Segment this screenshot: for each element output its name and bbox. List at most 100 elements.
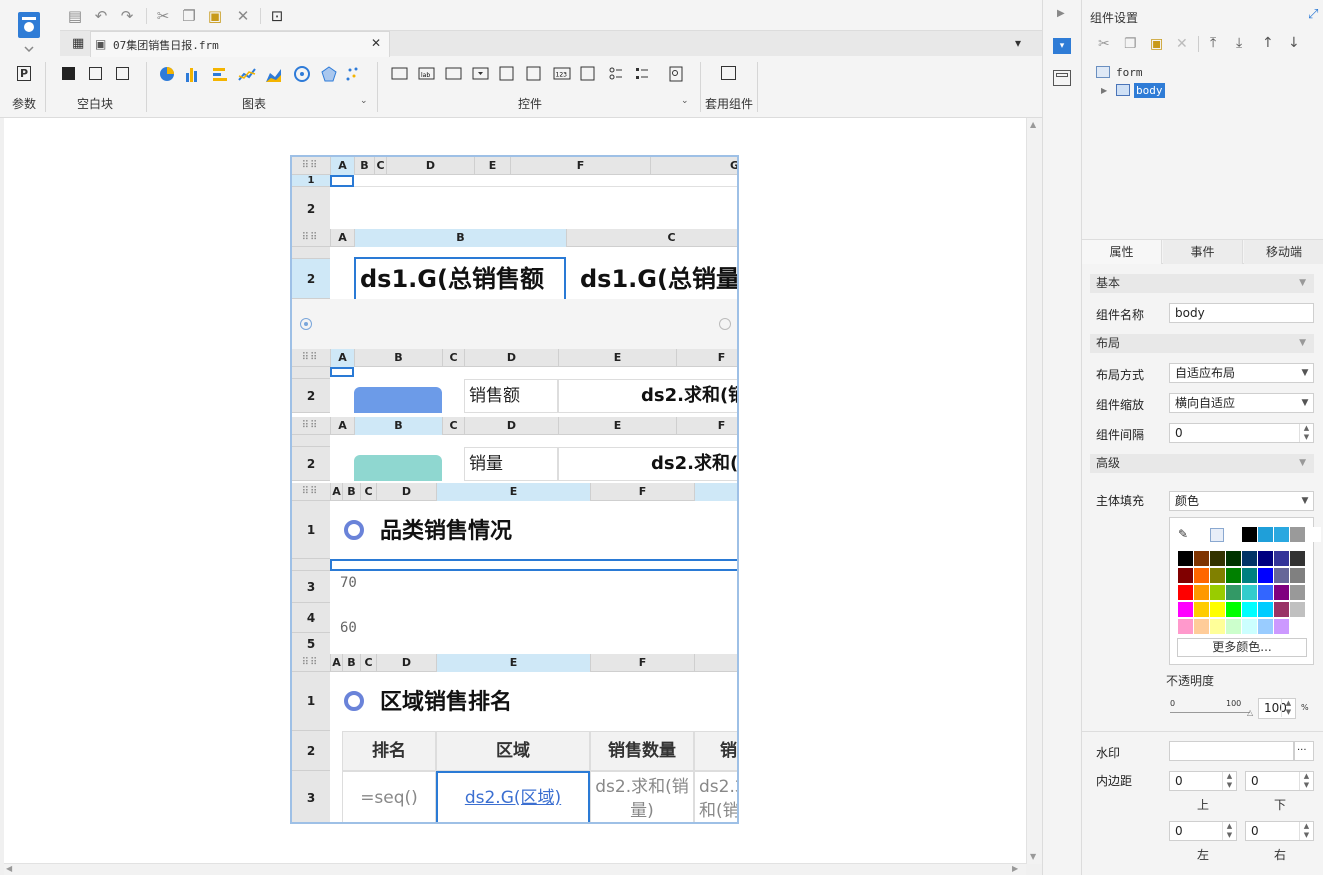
absolute-block-icon[interactable]	[62, 67, 75, 80]
row-header[interactable]: 1	[292, 501, 330, 559]
col-header[interactable]: D	[464, 349, 558, 367]
color-swatch[interactable]	[1290, 568, 1305, 583]
section-layout[interactable]: 布局 ▼	[1090, 334, 1314, 353]
col-header[interactable]: F	[676, 417, 737, 435]
tab-block-icon[interactable]	[89, 67, 102, 80]
col-header[interactable]: F	[676, 349, 737, 367]
selected-cell[interactable]	[330, 367, 354, 377]
section-advanced[interactable]: 高级 ▼	[1090, 454, 1314, 473]
color-swatch[interactable]	[1306, 527, 1321, 542]
color-swatch[interactable]	[1210, 551, 1225, 566]
col-header[interactable]: D	[386, 157, 474, 175]
redo-icon[interactable]: ↷	[118, 8, 136, 24]
move-top-icon[interactable]: ⤒	[1210, 35, 1216, 51]
color-swatch[interactable]	[1290, 619, 1305, 634]
vertical-scrollbar[interactable]: ▲ ▼	[1026, 118, 1042, 864]
more-colors-button[interactable]: 更多颜色...	[1177, 638, 1307, 657]
layout-mode-select[interactable]: 自适应布局 ▼	[1169, 363, 1314, 383]
col-header[interactable]: B	[342, 654, 360, 672]
col-header[interactable]: A	[330, 417, 354, 435]
delete-icon[interactable]: ✕	[1176, 36, 1188, 52]
close-icon[interactable]: ✕	[371, 36, 387, 52]
suite-component-icon[interactable]	[721, 66, 736, 80]
padding-top-stepper[interactable]: 0 ▲ ▼	[1169, 771, 1237, 791]
color-swatch[interactable]	[1290, 527, 1305, 542]
color-swatch[interactable]	[1210, 602, 1225, 617]
col-header[interactable]: G	[650, 157, 737, 175]
parameter-icon[interactable]: P	[17, 66, 31, 81]
region-cell[interactable]: ds2.G(区域)	[436, 771, 590, 822]
tree-node-form[interactable]: form	[1116, 66, 1143, 79]
selected-row[interactable]	[330, 559, 737, 571]
copy-icon[interactable]: ❐	[1124, 36, 1137, 52]
watermark-input[interactable]	[1169, 741, 1294, 761]
tab-properties[interactable]: 属性	[1082, 240, 1162, 264]
color-swatch[interactable]	[1274, 619, 1289, 634]
color-swatch[interactable]	[1178, 619, 1193, 634]
row-header[interactable]: 2	[292, 447, 330, 481]
row-header[interactable]: 2	[292, 731, 330, 771]
col-header[interactable]: B	[342, 483, 360, 501]
kpi-total-volume-cell[interactable]: ds1.G(总销量	[580, 257, 737, 299]
widget-expand-icon[interactable]: ⌄	[681, 96, 697, 112]
color-swatch[interactable]	[1226, 551, 1241, 566]
col-header[interactable]: C	[360, 483, 376, 501]
color-swatch[interactable]	[1290, 602, 1305, 617]
scale-select[interactable]: 横向自适应 ▼	[1169, 393, 1314, 413]
color-swatch[interactable]	[1194, 619, 1209, 634]
col-header[interactable]: B	[354, 229, 566, 247]
color-swatch[interactable]	[1178, 551, 1193, 566]
row-header[interactable]: 1	[292, 672, 330, 731]
kpi-sales-value[interactable]: ds2.求和(销	[558, 379, 737, 413]
color-swatch[interactable]	[1226, 602, 1241, 617]
kpi-volume-value[interactable]: ds2.求和(	[558, 447, 737, 481]
color-swatch[interactable]	[1178, 568, 1193, 583]
color-swatch[interactable]	[1258, 619, 1273, 634]
col-header[interactable]: A	[330, 229, 354, 247]
section-basic[interactable]: 基本 ▼	[1090, 274, 1314, 293]
color-swatch[interactable]	[1290, 551, 1305, 566]
col-header[interactable]: A	[330, 654, 342, 672]
slider-thumb-icon[interactable]: △	[1247, 708, 1253, 717]
color-swatch[interactable]	[1226, 568, 1241, 583]
color-swatch[interactable]	[1274, 551, 1289, 566]
col-header[interactable]: B	[354, 157, 374, 175]
col-header[interactable]: C	[374, 157, 386, 175]
app-logo-icon[interactable]	[14, 8, 44, 52]
color-swatch[interactable]	[1210, 585, 1225, 600]
row-header[interactable]: 5	[292, 633, 330, 655]
gap-stepper[interactable]: 0 ▲ ▼	[1169, 423, 1314, 443]
row-header[interactable]: 2	[292, 187, 330, 231]
col-header[interactable]: E	[558, 417, 676, 435]
color-swatch[interactable]	[1194, 551, 1209, 566]
col-header[interactable]: E	[558, 349, 676, 367]
move-up-icon[interactable]: ↑	[1262, 35, 1274, 51]
delete-icon[interactable]: ✕	[234, 8, 252, 24]
row-header[interactable]: 4	[292, 603, 330, 633]
color-swatch[interactable]	[1226, 619, 1241, 634]
color-swatch[interactable]	[1242, 527, 1257, 542]
eyedropper-icon[interactable]: ✎	[1178, 527, 1188, 541]
component-name-input[interactable]: body	[1169, 303, 1314, 323]
col-header[interactable]: F	[590, 654, 694, 672]
cut-icon[interactable]: ✂	[1098, 36, 1110, 52]
radio-icon[interactable]	[300, 318, 312, 330]
radio-icon[interactable]	[719, 318, 731, 330]
layout-panel-icon[interactable]	[1053, 70, 1071, 86]
col-header[interactable]: D	[464, 417, 558, 435]
row-header[interactable]: 1	[292, 175, 330, 187]
opacity-slider[interactable]	[1170, 712, 1250, 713]
color-swatch[interactable]	[1194, 585, 1209, 600]
col-header[interactable]: A	[330, 349, 354, 367]
row-header[interactable]: 3	[292, 571, 330, 603]
cut-icon[interactable]: ✂	[154, 8, 172, 24]
grid-icon[interactable]: ▦	[72, 36, 88, 52]
preview-icon[interactable]: ⊡	[268, 8, 286, 24]
tab-menu-icon[interactable]: ▾	[1015, 36, 1031, 52]
quantity-sum-cell[interactable]: ds2.求和(销 量)	[590, 771, 694, 822]
col-header[interactable]: F	[590, 483, 694, 501]
col-header[interactable]: E	[436, 483, 590, 501]
kpi-total-sales-cell[interactable]: ds1.G(总销售额	[354, 257, 566, 299]
color-swatch[interactable]	[1274, 568, 1289, 583]
row-header[interactable]: 2	[292, 379, 330, 413]
